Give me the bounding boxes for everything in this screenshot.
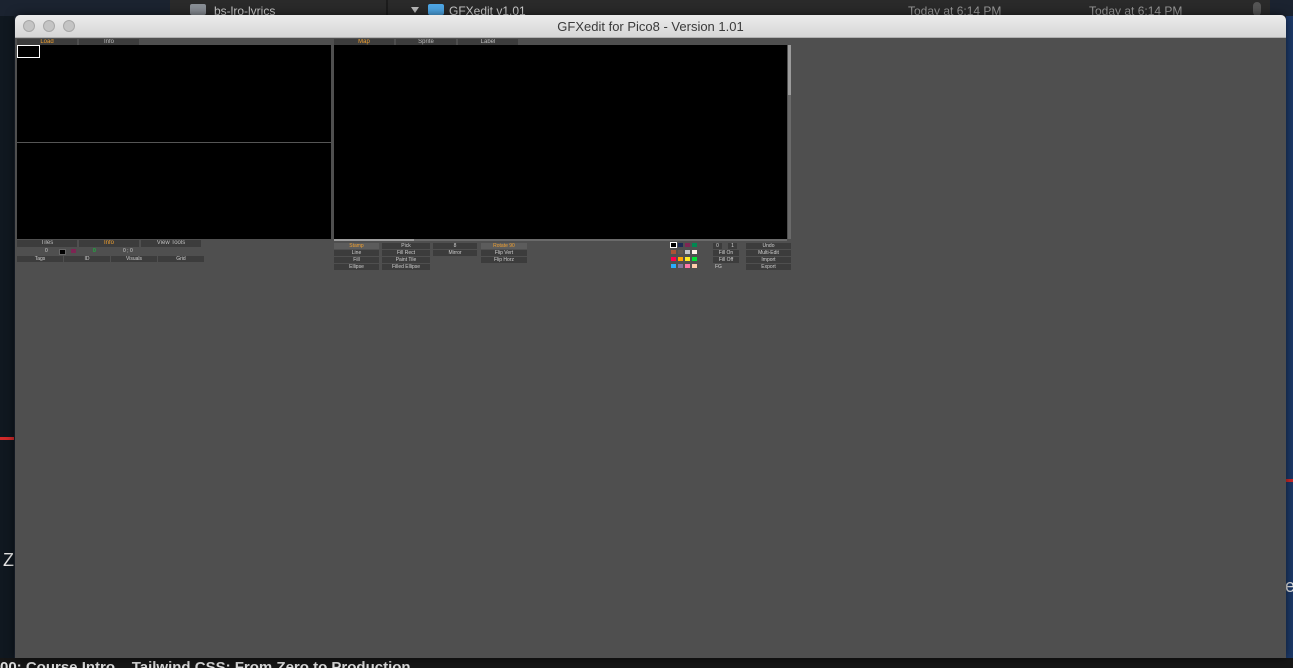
fill-tool-button[interactable]: Fill [334,257,379,263]
gfxedit-window: GFXedit for Pico8 - Version 1.01 Load In… [15,15,1286,658]
undo-button[interactable]: Undo [746,243,791,249]
color-swatch[interactable] [71,249,76,253]
pick-tool-button[interactable]: Pick [382,243,430,249]
background-finder-window: bs-lro-lyrics GFXedit v1.01 Today at 6:1… [170,0,1270,18]
grid-button[interactable]: Grid [158,256,204,262]
tileset-canvas[interactable] [17,45,331,239]
palette-color-swatch[interactable] [678,257,683,261]
palette-color-swatch[interactable] [678,243,683,247]
palette-color-swatch[interactable] [671,250,676,254]
map-horizontal-scrollbar[interactable] [334,239,787,241]
palette-color-swatch[interactable] [678,250,683,254]
disclosure-triangle-icon[interactable] [411,7,419,13]
background-text: Z [3,550,14,570]
import-button[interactable]: Import [746,257,791,263]
fill-rect-tool-button[interactable]: Fill Rect [382,250,430,256]
map-canvas[interactable] [334,45,787,239]
id-button[interactable]: ID [64,256,110,262]
column-divider [386,0,388,16]
palette-color-swatch[interactable] [685,243,690,247]
palette-index-1-button[interactable]: 1 [728,243,737,249]
palette-color-swatch[interactable] [692,243,697,247]
palette-color-swatch[interactable] [685,250,690,254]
palette-index-0-button[interactable]: 0 [713,243,722,249]
palette-color-swatch[interactable] [670,242,677,248]
tile-selection[interactable] [17,45,40,58]
palette-color-swatch[interactable] [671,257,676,261]
title-bar[interactable]: GFXedit for Pico8 - Version 1.01 [15,15,1286,38]
background-right-window: e [1285,16,1293,668]
progress-line [0,437,14,440]
finder-scrollbar[interactable] [1253,2,1261,16]
stamp-tool-button[interactable]: Stamp [334,243,379,249]
coord-readout: 0 ; 0 [123,248,133,254]
background-left-window: Z [0,16,14,668]
scrollbar-thumb[interactable] [788,45,791,95]
palette-color-swatch[interactable] [685,257,690,261]
palette-color-swatch[interactable] [692,257,697,261]
tile-number: 0 [45,248,48,254]
window-title: GFXedit for Pico8 - Version 1.01 [557,19,744,34]
tab-view-tools[interactable]: View Tools [141,240,201,247]
palette-color-swatch[interactable] [671,264,676,268]
fill-off-button[interactable]: Fill Off [713,257,739,263]
folder-icon [190,4,206,15]
line-tool-button[interactable]: Line [334,250,379,256]
export-button[interactable]: Export [746,264,791,270]
fill-on-button[interactable]: Fill On [713,250,739,256]
fg-label: FG [715,264,722,270]
paint-tile-tool-button[interactable]: Paint Tile [382,257,430,263]
tab-info-bottom[interactable]: Info [79,240,139,247]
editor-content: Load Info Tiles Info View Tools 0 0 0 ; … [15,38,1286,658]
multi-edit-button[interactable]: Multi-Edit [746,250,791,256]
color-swatch[interactable] [59,249,66,255]
palette-color-swatch[interactable] [678,264,683,268]
background-text: e [1285,576,1293,596]
flip-horz-button[interactable]: Flip Horz [481,257,527,263]
visuals-button[interactable]: Visuals [111,256,157,262]
brush-size-button[interactable]: 8 [433,243,477,249]
scrollbar-thumb[interactable] [334,239,414,241]
folder-icon [428,4,444,15]
palette-color-swatch[interactable] [685,264,690,268]
tags-button[interactable]: Tags [17,256,63,262]
flip-vert-button[interactable]: Flip Vert [481,250,527,256]
filled-ellipse-tool-button[interactable]: Filled Ellipse [382,264,430,270]
mirror-button[interactable]: Mirror [433,250,477,256]
rotate-90-button[interactable]: Rotate 90 [481,243,527,249]
palette-color-swatch[interactable] [692,250,697,254]
flag-value: 0 [93,248,96,254]
background-bottom-window: 00: Course Intro Tailwind CSS: From Zero… [0,658,1293,668]
tab-tiles[interactable]: Tiles [17,240,77,247]
background-course-title: 00: Course Intro Tailwind CSS: From Zero… [0,659,411,668]
progress-line [1286,479,1293,482]
palette-color-swatch[interactable] [692,264,697,268]
ellipse-tool-button[interactable]: Ellipse [334,264,379,270]
map-vertical-scrollbar[interactable] [788,45,791,239]
canvas-divider [17,142,331,143]
